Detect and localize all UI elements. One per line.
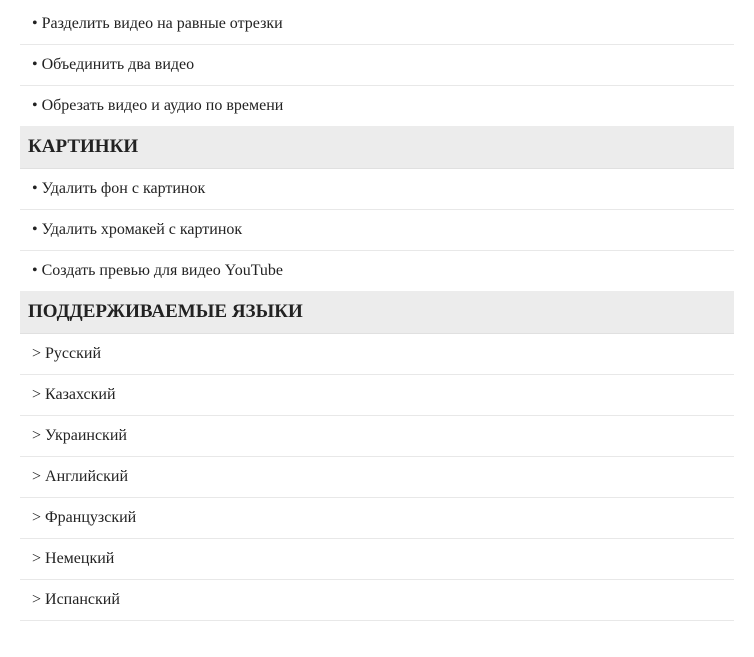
list-item: • Разделить видео на равные отрезки — [20, 4, 734, 45]
images-features-list: • Удалить фон с картинок • Удалить хрома… — [20, 169, 734, 291]
list-item: • Удалить фон с картинок — [20, 169, 734, 210]
list-item: • Обрезать видео и аудио по времени — [20, 86, 734, 126]
languages-list: > Русский > Казахский > Украинский > Анг… — [20, 334, 734, 621]
list-item: • Удалить хромакей с картинок — [20, 210, 734, 251]
list-item: > Испанский — [20, 580, 734, 621]
list-item: > Русский — [20, 334, 734, 375]
list-item: • Создать превью для видео YouTube — [20, 251, 734, 291]
images-section-header: КАРТИНКИ — [20, 126, 734, 169]
video-features-list: • Разделить видео на равные отрезки • Об… — [20, 4, 734, 126]
list-item: • Объединить два видео — [20, 45, 734, 86]
list-item: > Немецкий — [20, 539, 734, 580]
list-item: > Французский — [20, 498, 734, 539]
list-item: > Казахский — [20, 375, 734, 416]
list-item: > Английский — [20, 457, 734, 498]
languages-section-header: ПОДДЕРЖИВАЕМЫЕ ЯЗЫКИ — [20, 291, 734, 334]
list-item: > Украинский — [20, 416, 734, 457]
